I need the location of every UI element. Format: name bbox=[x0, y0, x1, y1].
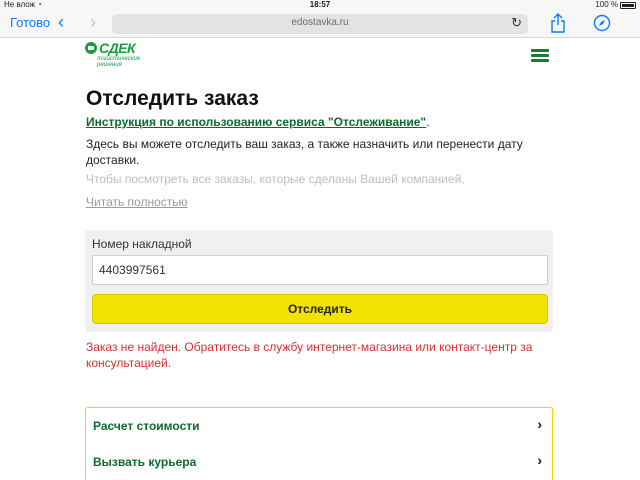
chevron-right-icon: › bbox=[537, 452, 542, 468]
logo-wordmark: СДЕК bbox=[99, 40, 136, 56]
status-time: 18:57 bbox=[309, 0, 331, 9]
waybill-label: Номер накладной bbox=[92, 237, 192, 251]
link-call-courier[interactable]: Вызвать курьера › bbox=[86, 444, 552, 480]
cdek-logo-mark-icon bbox=[85, 42, 97, 54]
status-bar: Не влож ◔ 18:57 100 % bbox=[0, 0, 640, 10]
done-button[interactable]: Готово bbox=[10, 15, 50, 30]
hamburger-menu-icon[interactable] bbox=[531, 49, 549, 63]
compass-icon[interactable] bbox=[593, 14, 611, 32]
url-text: edostavka.ru bbox=[291, 17, 349, 28]
battery-percent: 100 % bbox=[595, 0, 618, 9]
address-bar[interactable]: edostavka.ru ↻ bbox=[112, 14, 528, 34]
share-icon[interactable] bbox=[550, 12, 566, 34]
waybill-number-input[interactable] bbox=[92, 255, 548, 285]
instruction-link[interactable]: Инструкция по использованию сервиса "Отс… bbox=[86, 115, 426, 129]
link-cost-calculation[interactable]: Расчет стоимости › bbox=[86, 408, 552, 444]
service-links: Расчет стоимости › Вызвать курьера › bbox=[85, 407, 553, 480]
battery-indicator: 100 % bbox=[595, 0, 636, 10]
reload-icon[interactable]: ↻ bbox=[511, 15, 522, 31]
link-label: Вызвать курьера bbox=[93, 455, 197, 469]
logo-tagline: логистические решения bbox=[97, 56, 141, 68]
tracking-form: Номер накладной Отследить bbox=[85, 230, 553, 332]
battery-icon bbox=[620, 1, 636, 9]
cdek-logo[interactable]: СДЕК логистические решения bbox=[85, 40, 165, 72]
page-title: Отследить заказ bbox=[86, 87, 259, 110]
error-message: Заказ не найден. Обратитесь в службу инт… bbox=[86, 340, 533, 370]
instruction-dot: . bbox=[426, 115, 430, 129]
instruction-line: Инструкция по использованию сервиса "Отс… bbox=[86, 115, 429, 129]
read-more-link[interactable]: Читать полностью bbox=[86, 195, 188, 209]
description-text: Здесь вы можете отследить ваш заказ, а т… bbox=[86, 137, 523, 167]
description-faded-text: Чтобы посмотреть все заказы, которые сде… bbox=[86, 172, 465, 186]
forward-chevron-icon[interactable]: › bbox=[90, 13, 96, 31]
chevron-right-icon: › bbox=[537, 416, 542, 432]
browser-toolbar: Готово ‹ › edostavka.ru ↻ bbox=[0, 10, 640, 38]
track-button[interactable]: Отследить bbox=[92, 294, 548, 324]
back-chevron-icon[interactable]: ‹ bbox=[58, 13, 64, 31]
link-label: Расчет стоимости bbox=[93, 419, 200, 433]
